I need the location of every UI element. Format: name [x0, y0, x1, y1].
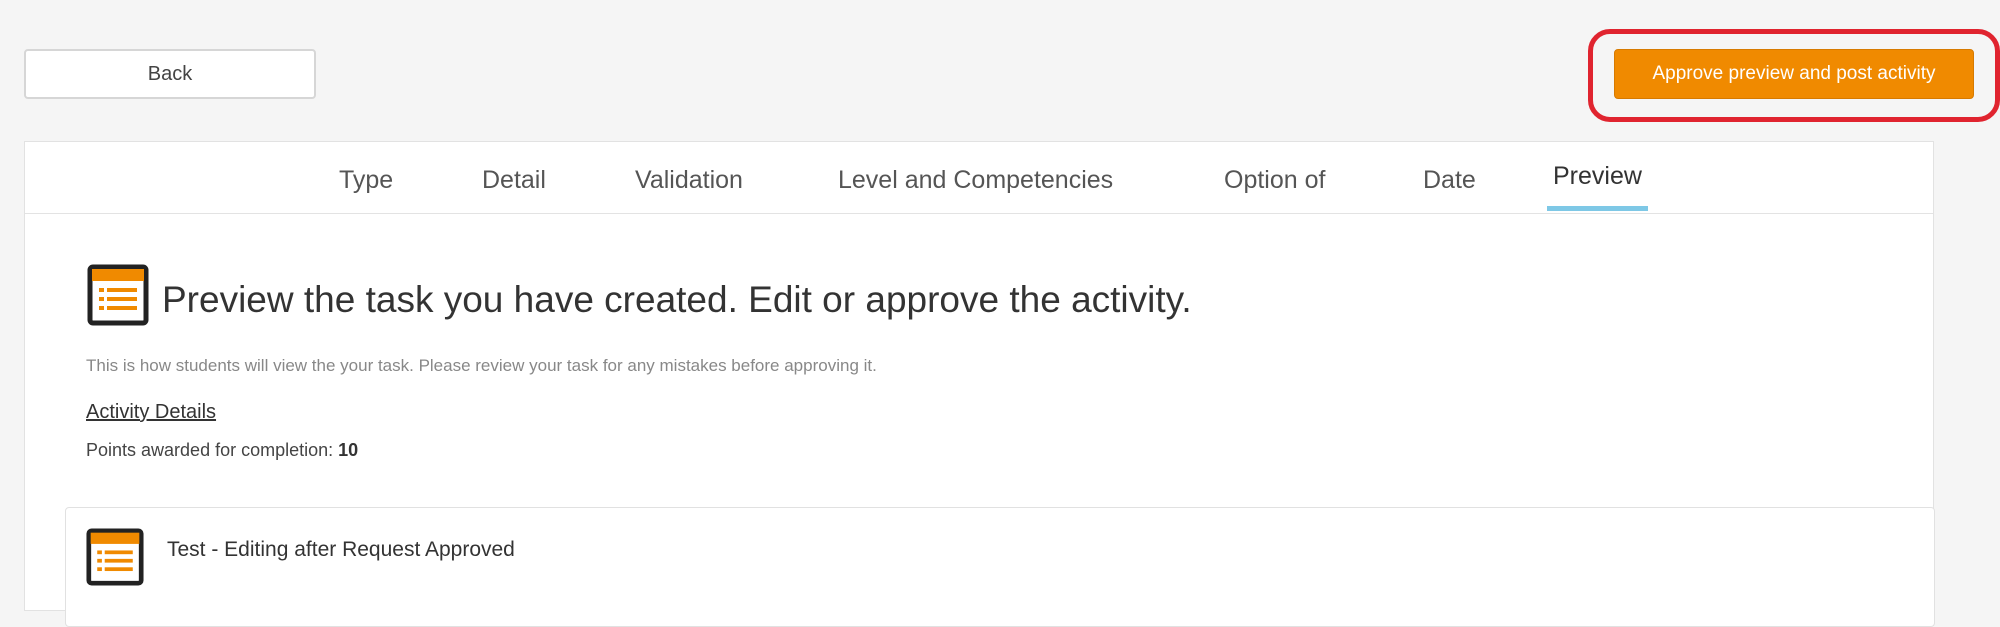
points-value: 10 [338, 440, 359, 460]
points-info: Points awarded for completion: 10 [86, 440, 358, 461]
tab-option-of[interactable]: Option of [1224, 166, 1325, 214]
tab-detail[interactable]: Detail [482, 166, 546, 214]
tab-preview[interactable]: Preview [1547, 162, 1648, 211]
main-panel: Type Detail Validation Level and Compete… [24, 141, 1935, 627]
back-button[interactable]: Back [24, 49, 316, 99]
list-document-icon [86, 528, 144, 591]
tab-level-and-competencies[interactable]: Level and Competencies [838, 166, 1113, 214]
step-tabs: Type Detail Validation Level and Compete… [25, 142, 1933, 214]
tab-date[interactable]: Date [1423, 166, 1476, 214]
tab-type[interactable]: Type [339, 166, 393, 214]
page-title: Preview the task you have created. Edit … [162, 279, 1192, 320]
activity-details-link[interactable]: Activity Details [86, 401, 216, 424]
approve-post-button[interactable]: Approve preview and post activity [1614, 49, 1974, 99]
points-label: Points awarded for completion: [86, 440, 334, 460]
top-toolbar: Back Approve preview and post activity [0, 0, 2000, 140]
page-description: This is how students will view the your … [86, 356, 877, 375]
tab-validation[interactable]: Validation [635, 166, 743, 214]
task-title: Test - Editing after Request Approved [167, 538, 515, 561]
list-document-icon [87, 264, 149, 331]
task-card: Test - Editing after Request Approved [65, 507, 1935, 627]
